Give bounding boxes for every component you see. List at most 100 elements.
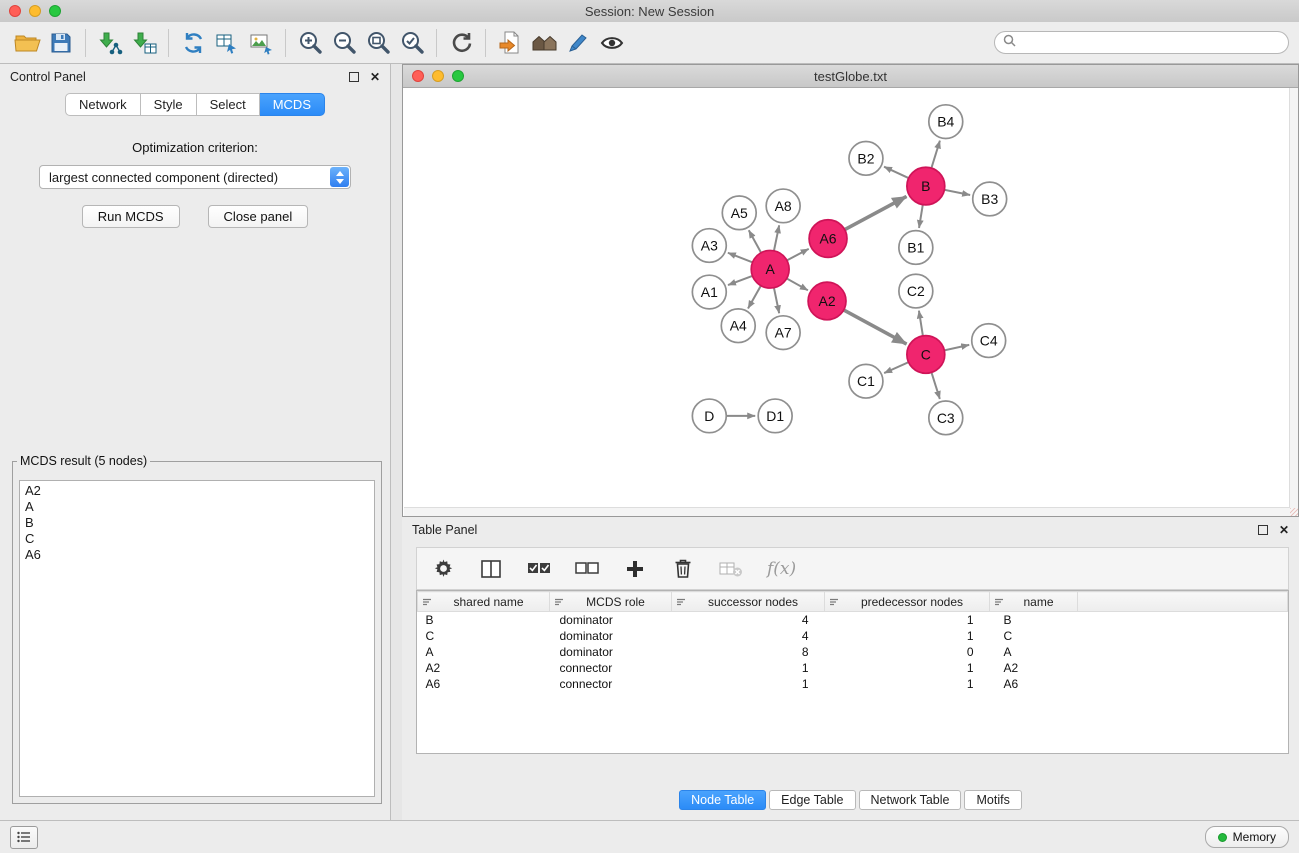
node-A2[interactable]: A2	[808, 282, 846, 320]
svg-text:A: A	[766, 261, 776, 277]
node-B1[interactable]: B1	[899, 231, 933, 265]
close-window-button[interactable]	[9, 5, 21, 17]
node-C4[interactable]: C4	[972, 324, 1006, 358]
tab-select[interactable]: Select	[197, 93, 260, 116]
zoom-out-icon[interactable]	[327, 27, 361, 59]
deselect-all-rows-icon[interactable]	[575, 557, 599, 581]
dropdown-stepper-icon	[330, 167, 349, 187]
export-image-icon[interactable]	[244, 27, 278, 59]
table-row-a6[interactable]: A6connector11A6	[418, 676, 1288, 692]
column-header-successor-nodes[interactable]: successor nodes	[672, 592, 825, 612]
import-table-icon[interactable]	[127, 27, 161, 59]
result-item-c[interactable]: C	[25, 531, 369, 547]
mcds-result-list[interactable]: A2ABCA6	[19, 480, 375, 797]
main-toolbar	[0, 22, 1299, 64]
open-icon[interactable]	[10, 27, 44, 59]
toolbar-search[interactable]	[994, 31, 1289, 54]
node-B3[interactable]: B3	[973, 182, 1007, 216]
close-table-panel-icon[interactable]: ✕	[1279, 524, 1289, 536]
node-A3[interactable]: A3	[692, 229, 726, 263]
tab-motifs[interactable]: Motifs	[964, 790, 1021, 810]
apply-style-icon[interactable]	[561, 27, 595, 59]
node-B4[interactable]: B4	[929, 105, 963, 139]
node-D1[interactable]: D1	[758, 399, 792, 433]
column-header-shared-name[interactable]: shared name	[418, 592, 550, 612]
float-panel-icon[interactable]	[349, 72, 359, 82]
result-item-a6[interactable]: A6	[25, 547, 369, 563]
home-view-icon[interactable]	[527, 27, 561, 59]
criterion-dropdown[interactable]: largest connected component (directed)	[39, 165, 351, 189]
session-snapshot-icon[interactable]	[493, 27, 527, 59]
table-panel-header: Table Panel ✕	[402, 517, 1299, 543]
tab-node-table[interactable]: Node Table	[679, 790, 766, 810]
memory-button[interactable]: Memory	[1205, 826, 1289, 848]
network-vertical-scrollbar[interactable]	[1289, 88, 1298, 508]
function-builder-icon[interactable]: f(x)	[767, 559, 796, 579]
node-A4[interactable]: A4	[721, 309, 755, 343]
table-row-b[interactable]: Bdominator41B	[418, 612, 1288, 629]
node-A7[interactable]: A7	[766, 316, 800, 350]
node-A5[interactable]: A5	[722, 196, 756, 230]
tab-edge-table[interactable]: Edge Table	[769, 790, 855, 810]
tab-network-table[interactable]: Network Table	[859, 790, 962, 810]
table-row-c[interactable]: Cdominator41C	[418, 628, 1288, 644]
network-close-button[interactable]	[412, 70, 424, 82]
node-C[interactable]: C	[907, 336, 945, 374]
table-row-a[interactable]: Adominator80A	[418, 644, 1288, 660]
delete-column-icon[interactable]	[671, 557, 695, 581]
column-header-mcds-role[interactable]: MCDS role	[550, 592, 672, 612]
window-title: Session: New Session	[585, 4, 714, 19]
column-header-predecessor-nodes[interactable]: predecessor nodes	[825, 592, 990, 612]
add-column-icon[interactable]	[623, 557, 647, 581]
node-table-container[interactable]: shared nameMCDS rolesuccessor nodesprede…	[416, 590, 1289, 754]
close-panel-button[interactable]: Close panel	[208, 205, 309, 228]
table-settings-gear-icon[interactable]	[431, 557, 455, 581]
node-C1[interactable]: C1	[849, 364, 883, 398]
node-A[interactable]: A	[751, 250, 789, 288]
zoom-window-button[interactable]	[49, 5, 61, 17]
delete-table-icon[interactable]	[719, 557, 743, 581]
svg-text:C4: C4	[980, 333, 998, 349]
tab-mcds[interactable]: MCDS	[260, 93, 325, 116]
task-history-button[interactable]	[10, 826, 38, 849]
column-mode-icon[interactable]	[479, 557, 503, 581]
zoom-in-icon[interactable]	[293, 27, 327, 59]
node-B[interactable]: B	[907, 167, 945, 205]
network-resize-grip[interactable]	[1290, 508, 1298, 516]
column-header-name[interactable]: name	[990, 592, 1078, 612]
select-all-rows-icon[interactable]	[527, 557, 551, 581]
svg-text:B1: B1	[907, 239, 924, 255]
node-D[interactable]: D	[692, 399, 726, 433]
new-network-icon[interactable]	[210, 27, 244, 59]
node-C3[interactable]: C3	[929, 401, 963, 435]
network-canvas[interactable]: B4 B2 B B3 B1 A5 A8 A6 A3 A A1 A2 C2 A4 A7 C4 C C1 C3 D D1	[404, 88, 1290, 508]
tab-style[interactable]: Style	[141, 93, 197, 116]
node-C2[interactable]: C2	[899, 274, 933, 308]
network-horizontal-scrollbar[interactable]	[404, 507, 1290, 516]
node-A8[interactable]: A8	[766, 189, 800, 223]
float-table-panel-icon[interactable]	[1258, 525, 1268, 535]
save-icon[interactable]	[44, 27, 78, 59]
zoom-selected-icon[interactable]	[395, 27, 429, 59]
network-minimize-button[interactable]	[432, 70, 444, 82]
toolbar-separator	[436, 29, 437, 57]
svg-text:A7: A7	[775, 325, 792, 341]
result-item-b[interactable]: B	[25, 515, 369, 531]
result-item-a[interactable]: A	[25, 499, 369, 515]
result-item-a2[interactable]: A2	[25, 483, 369, 499]
node-A1[interactable]: A1	[692, 275, 726, 309]
network-from-selection-icon[interactable]	[176, 27, 210, 59]
run-mcds-button[interactable]: Run MCDS	[82, 205, 180, 228]
node-B2[interactable]: B2	[849, 141, 883, 175]
apply-layout-icon[interactable]	[444, 27, 478, 59]
minimize-window-button[interactable]	[29, 5, 41, 17]
close-panel-icon[interactable]: ✕	[370, 71, 380, 83]
import-network-icon[interactable]	[93, 27, 127, 59]
table-row-a2[interactable]: A2connector11A2	[418, 660, 1288, 676]
show-hide-icon[interactable]	[595, 27, 629, 59]
zoom-fit-icon[interactable]	[361, 27, 395, 59]
tab-network[interactable]: Network	[65, 93, 141, 116]
node-A6[interactable]: A6	[809, 220, 847, 258]
search-input[interactable]	[1021, 35, 1280, 51]
network-zoom-button[interactable]	[452, 70, 464, 82]
